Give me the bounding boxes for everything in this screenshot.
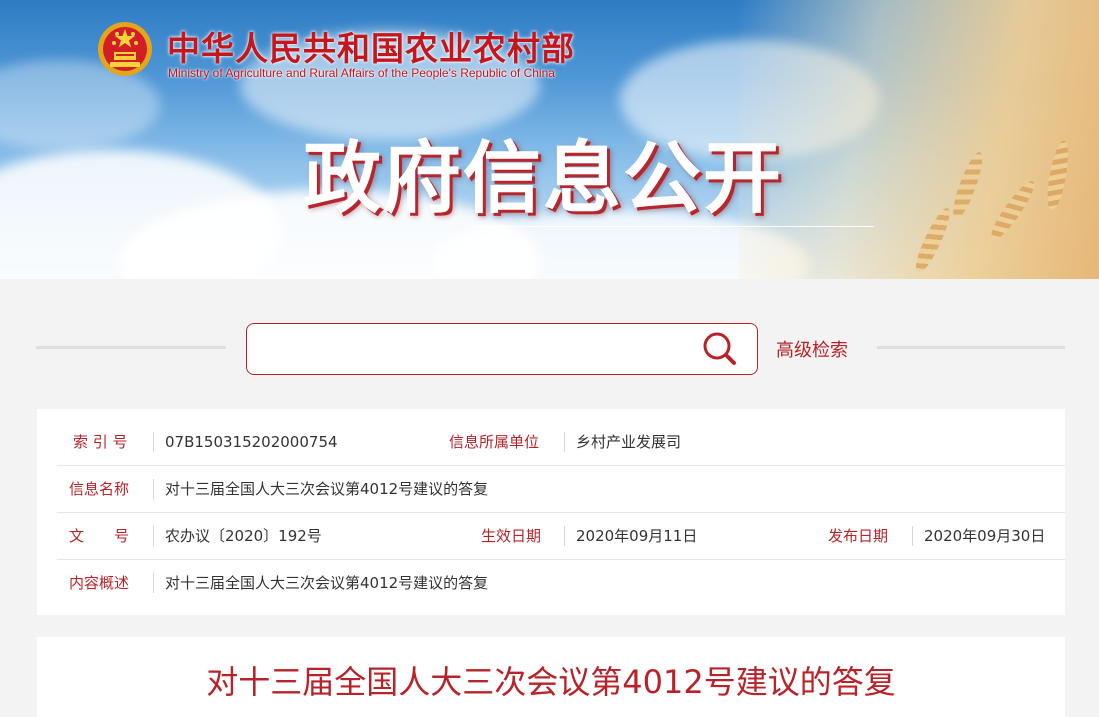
divider [153, 479, 154, 499]
summary-value: 对十三届全国人大三次会议第4012号建议的答复 [165, 574, 489, 592]
search-input[interactable] [259, 332, 693, 368]
name-value: 对十三届全国人大三次会议第4012号建议的答复 [165, 480, 489, 498]
divider [564, 432, 565, 452]
unit-label: 信息所属单位 [449, 433, 540, 451]
name-label: 信息名称 [69, 480, 130, 498]
table-row: 索 引 号 07B150315202000754 信息所属单位 乡村产业发展司 [57, 419, 1065, 466]
effective-date-value: 2020年09月11日 [576, 527, 698, 545]
wheat-field-decoration [739, 0, 1099, 279]
publish-date-value: 2020年09月30日 [924, 527, 1046, 545]
index-value: 07B150315202000754 [165, 433, 338, 451]
index-label: 索 引 号 [73, 433, 128, 451]
header-banner: 中华人民共和国农业农村部 Ministry of Agriculture and… [0, 0, 1099, 279]
doc-number-value: 农办议〔2020〕192号 [165, 527, 322, 545]
title-underline [472, 226, 874, 227]
search-box[interactable] [246, 323, 758, 375]
divider [153, 432, 154, 452]
article-title: 对十三届全国人大三次会议第4012号建议的答复 [206, 663, 896, 701]
table-row: 文 号 农办议〔2020〕192号 生效日期 2020年09月11日 发布日期 … [57, 513, 1065, 560]
search-icon[interactable] [701, 330, 739, 368]
divider-right [877, 346, 1065, 349]
national-emblem-icon[interactable] [96, 20, 154, 78]
article-header: 对十三届全国人大三次会议第4012号建议的答复 [37, 637, 1065, 717]
document-info-table: 索 引 号 07B150315202000754 信息所属单位 乡村产业发展司 … [37, 409, 1065, 615]
divider [912, 526, 913, 546]
ministry-name-en: Ministry of Agriculture and Rural Affair… [168, 66, 555, 80]
divider [153, 526, 154, 546]
divider [153, 573, 154, 593]
summary-label: 内容概述 [69, 574, 130, 592]
doc-number-label: 文 号 [69, 527, 130, 545]
ministry-name-cn[interactable]: 中华人民共和国农业农村部 [167, 22, 575, 70]
divider-left [36, 346, 226, 349]
section-title: 政府信息公开 [303, 134, 784, 224]
publish-date-label: 发布日期 [828, 527, 889, 545]
advanced-search-link[interactable]: 高级检索 [776, 336, 848, 362]
effective-date-label: 生效日期 [481, 527, 542, 545]
table-row: 内容概述 对十三届全国人大三次会议第4012号建议的答复 [57, 560, 1065, 606]
unit-value: 乡村产业发展司 [576, 433, 682, 451]
table-row: 信息名称 对十三届全国人大三次会议第4012号建议的答复 [57, 466, 1065, 513]
divider [564, 526, 565, 546]
